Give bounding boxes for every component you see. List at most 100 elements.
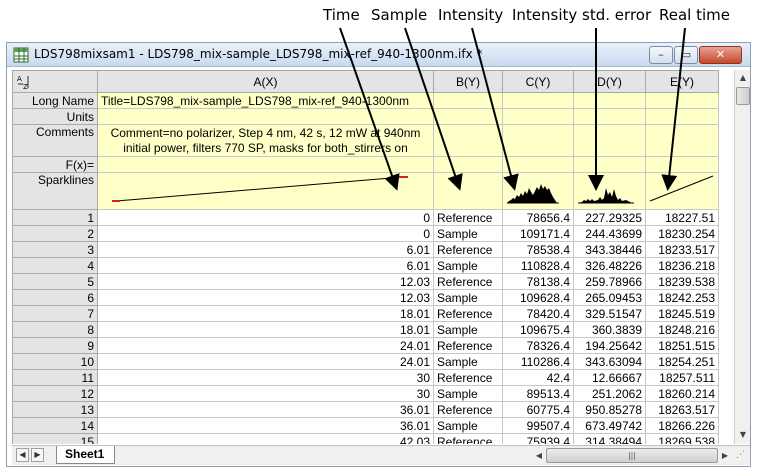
cell-real-time[interactable]: 18263.517 — [645, 401, 719, 418]
cell-intensity-error[interactable]: 360.3839 — [573, 321, 646, 338]
cell-time[interactable]: 12.03 — [97, 273, 434, 290]
sparkline-cell-e[interactable] — [645, 172, 719, 210]
cell-time[interactable]: 24.01 — [97, 353, 434, 370]
row-number[interactable]: 3 — [12, 241, 98, 258]
cell-real-time[interactable]: 18239.538 — [645, 273, 719, 290]
column-header-a[interactable]: A(X) — [97, 70, 434, 93]
row-label-long-name[interactable]: Long Name — [12, 92, 98, 109]
cell-real-time[interactable]: 18236.218 — [645, 257, 719, 274]
row-number[interactable]: 4 — [12, 257, 98, 274]
cell-intensity[interactable]: 78138.4 — [502, 273, 574, 290]
worksheet-grid[interactable]: A Z A(X) B(Y) C(Y) D(Y) E(Y) Long Name T… — [12, 70, 740, 444]
units-cell-c[interactable] — [502, 108, 574, 125]
row-number[interactable]: 15 — [12, 433, 98, 444]
row-number[interactable]: 7 — [12, 305, 98, 322]
cell-sample[interactable]: Sample — [433, 385, 503, 402]
units-cell-d[interactable] — [573, 108, 646, 125]
cell-time[interactable]: 12.03 — [97, 289, 434, 306]
cell-sample[interactable]: Reference — [433, 401, 503, 418]
maximize-button[interactable]: ▭ — [674, 46, 698, 64]
comments-cell-a[interactable]: Comment=no polarizer, Step 4 nm, 42 s, 1… — [97, 124, 434, 157]
comments-cell-e[interactable] — [645, 124, 719, 157]
row-label-comments[interactable]: Comments — [12, 124, 98, 157]
scroll-right-arrow-icon[interactable]: ▶ — [718, 448, 732, 463]
cell-sample[interactable]: Sample — [433, 257, 503, 274]
cell-intensity-error[interactable]: 343.38446 — [573, 241, 646, 258]
units-cell-b[interactable] — [433, 108, 503, 125]
cell-intensity[interactable]: 109171.4 — [502, 225, 574, 242]
row-number[interactable]: 6 — [12, 289, 98, 306]
cell-intensity[interactable]: 78538.4 — [502, 241, 574, 258]
cell-time[interactable]: 36.01 — [97, 417, 434, 434]
tab-sheet1[interactable]: Sheet1 — [56, 446, 116, 464]
fx-cell-a[interactable] — [97, 156, 434, 173]
cell-real-time[interactable]: 18266.226 — [645, 417, 719, 434]
column-header-d[interactable]: D(Y) — [573, 70, 646, 93]
cell-time[interactable]: 18.01 — [97, 321, 434, 338]
cell-time[interactable]: 36.01 — [97, 401, 434, 418]
cell-intensity-error[interactable]: 227.29325 — [573, 209, 646, 226]
fx-cell-c[interactable] — [502, 156, 574, 173]
cell-sample[interactable]: Reference — [433, 433, 503, 444]
comments-cell-b[interactable] — [433, 124, 503, 157]
cell-intensity[interactable]: 60775.4 — [502, 401, 574, 418]
cell-sample[interactable]: Sample — [433, 289, 503, 306]
cell-sample[interactable]: Reference — [433, 241, 503, 258]
column-header-e[interactable]: E(Y) — [645, 70, 719, 93]
cell-intensity[interactable]: 78326.4 — [502, 337, 574, 354]
horizontal-scroll-thumb[interactable]: ||| — [546, 448, 718, 463]
cell-real-time[interactable]: 18269.538 — [645, 433, 719, 444]
sparkline-cell-c[interactable] — [502, 172, 574, 210]
row-number[interactable]: 9 — [12, 337, 98, 354]
cell-sample[interactable]: Reference — [433, 273, 503, 290]
cell-intensity[interactable]: 75939.4 — [502, 433, 574, 444]
tab-scroll-left-icon[interactable]: ◀ — [16, 448, 29, 462]
cell-intensity[interactable]: 110828.4 — [502, 257, 574, 274]
sort-az-icon[interactable]: A Z — [12, 70, 98, 93]
scroll-left-arrow-icon[interactable]: ◀ — [532, 448, 546, 463]
cell-time[interactable]: 30 — [97, 369, 434, 386]
tab-scroll-right-icon[interactable]: ▶ — [31, 448, 44, 462]
cell-real-time[interactable]: 18257.511 — [645, 369, 719, 386]
cell-time[interactable]: 30 — [97, 385, 434, 402]
cell-real-time[interactable]: 18254.251 — [645, 353, 719, 370]
row-label-units[interactable]: Units — [12, 108, 98, 125]
cell-intensity-error[interactable]: 194.25642 — [573, 337, 646, 354]
vertical-scrollbar[interactable]: ▲ ▼ — [734, 70, 750, 444]
fx-cell-e[interactable] — [645, 156, 719, 173]
cell-intensity[interactable]: 99507.4 — [502, 417, 574, 434]
cell-real-time[interactable]: 18251.515 — [645, 337, 719, 354]
cell-sample[interactable]: Reference — [433, 337, 503, 354]
column-header-b[interactable]: B(Y) — [433, 70, 503, 93]
cell-intensity[interactable]: 89513.4 — [502, 385, 574, 402]
cell-time[interactable]: 0 — [97, 225, 434, 242]
cell-sample[interactable]: Reference — [433, 209, 503, 226]
scroll-up-arrow-icon[interactable]: ▲ — [735, 70, 751, 86]
long-name-cell-d[interactable] — [573, 92, 646, 109]
sparkline-cell-b[interactable] — [433, 172, 503, 210]
long-name-cell-e[interactable] — [645, 92, 719, 109]
fx-cell-b[interactable] — [433, 156, 503, 173]
vertical-scroll-thumb[interactable] — [736, 87, 750, 105]
cell-intensity-error[interactable]: 950.85278 — [573, 401, 646, 418]
units-cell-e[interactable] — [645, 108, 719, 125]
cell-intensity-error[interactable]: 343.63094 — [573, 353, 646, 370]
sparkline-cell-a[interactable] — [97, 172, 434, 210]
cell-real-time[interactable]: 18248.216 — [645, 321, 719, 338]
row-number[interactable]: 11 — [12, 369, 98, 386]
cell-real-time[interactable]: 18227.51 — [645, 209, 719, 226]
window-titlebar[interactable]: LDS798mixsam1 - LDS798_mix-sample_LDS798… — [7, 43, 750, 67]
resize-grip-icon[interactable]: ⋰ — [736, 450, 748, 462]
cell-intensity-error[interactable]: 673.49742 — [573, 417, 646, 434]
long-name-cell-b[interactable] — [433, 92, 503, 109]
minimize-button[interactable]: – — [649, 46, 673, 64]
cell-real-time[interactable]: 18245.519 — [645, 305, 719, 322]
row-number[interactable]: 14 — [12, 417, 98, 434]
cell-sample[interactable]: Reference — [433, 369, 503, 386]
cell-intensity[interactable]: 109628.4 — [502, 289, 574, 306]
row-number[interactable]: 1 — [12, 209, 98, 226]
units-cell-a[interactable] — [97, 108, 434, 125]
row-number[interactable]: 10 — [12, 353, 98, 370]
cell-time[interactable]: 42.03 — [97, 433, 434, 444]
row-number[interactable]: 12 — [12, 385, 98, 402]
